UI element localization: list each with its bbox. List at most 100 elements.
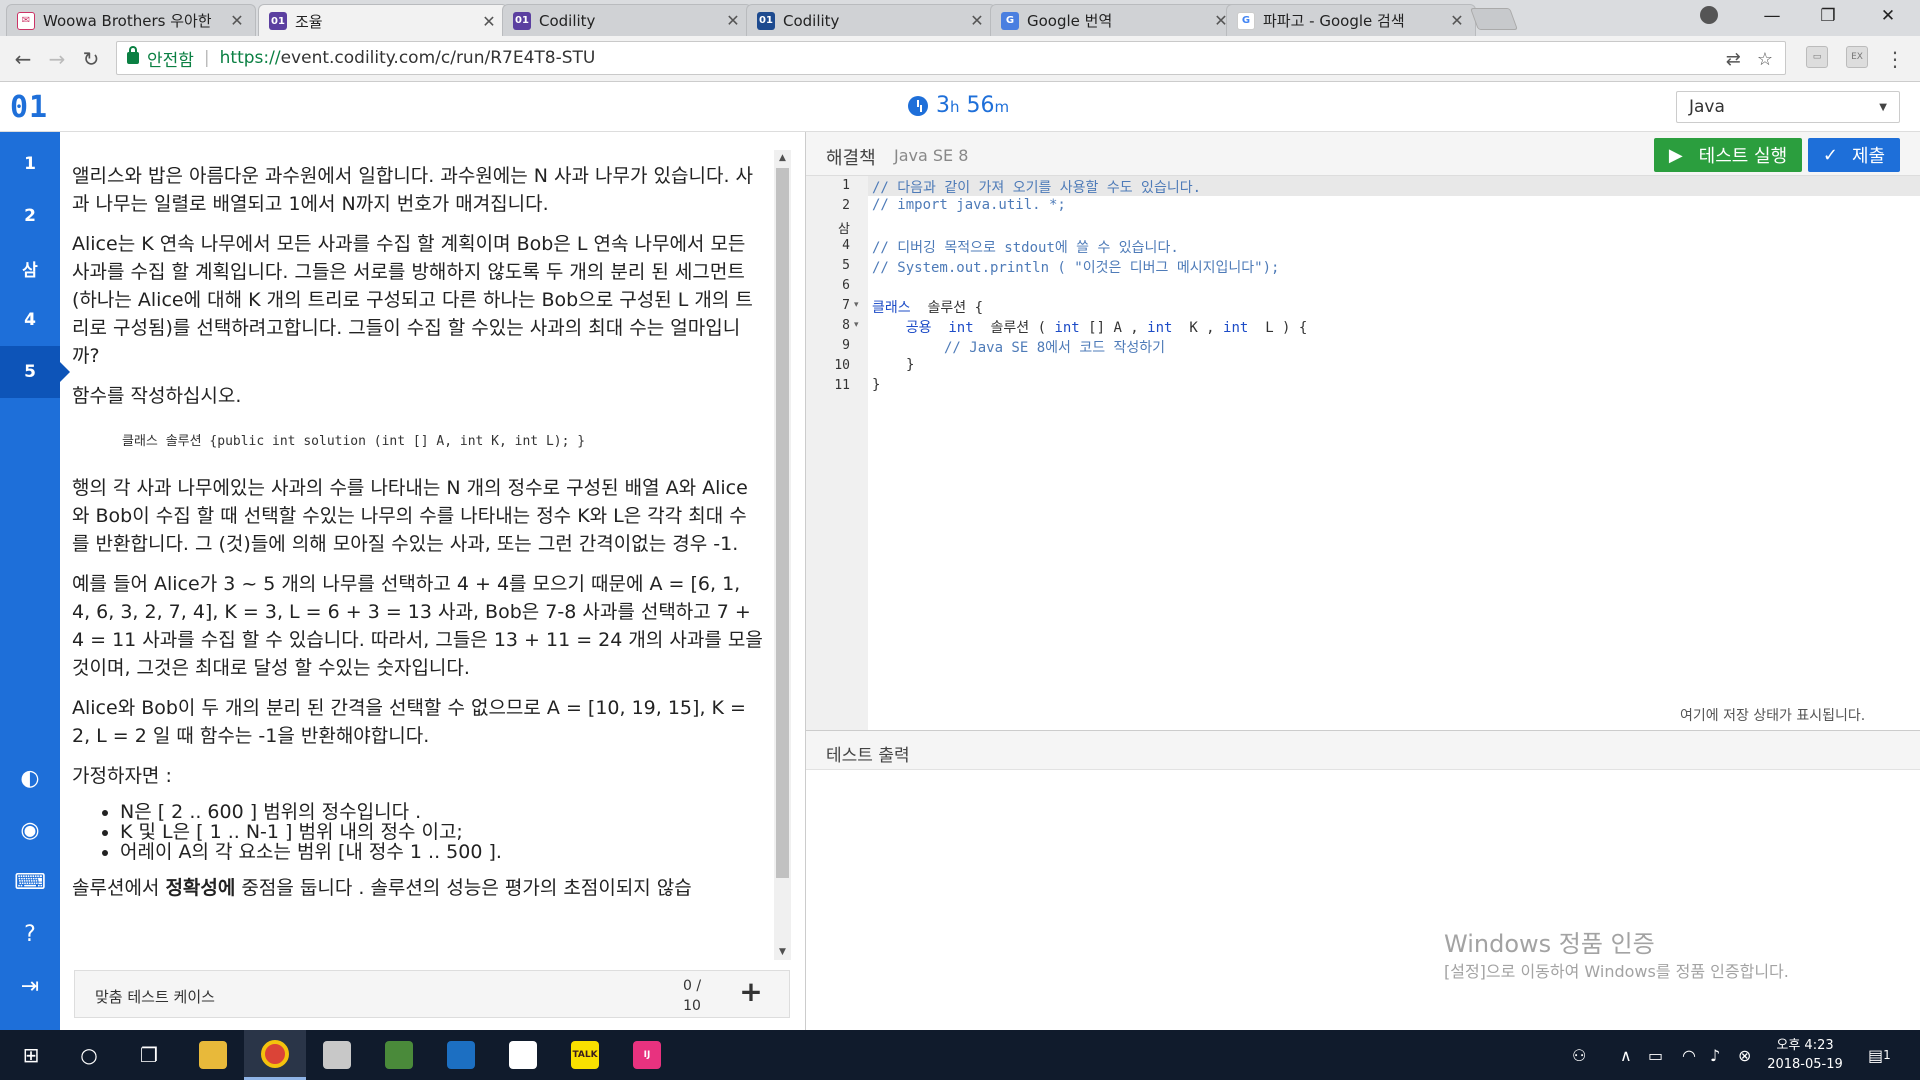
notification-icon[interactable]: ▤ 1 [1868, 1030, 1891, 1080]
people-icon[interactable]: ⚇ [1572, 1030, 1586, 1080]
restore-icon[interactable]: ❐ [1800, 0, 1856, 32]
timer-minutes: 56 [966, 93, 995, 118]
line-number: 11 [834, 378, 850, 393]
back-icon[interactable]: ← [8, 44, 38, 74]
tab-title: 파파고 - Google 검색 [1263, 12, 1405, 30]
browser-tab[interactable]: ✉ Woowa Brothers 우아한 ✕ [6, 4, 256, 36]
browser-tab[interactable]: 01 Codility ✕ [502, 4, 752, 36]
line-number: 7 [842, 298, 850, 313]
secure-label: 안전함 [147, 50, 194, 71]
intellij-icon[interactable]: IJ [616, 1030, 678, 1080]
windows-start-icon[interactable]: ⊞ [0, 1030, 62, 1080]
close-icon[interactable]: ✕ [969, 11, 985, 30]
menu-icon[interactable]: ⋮ [1880, 44, 1910, 74]
eye-icon[interactable]: ◉ [0, 810, 60, 850]
language-value: Java [1689, 97, 1725, 117]
line-number: 6 [842, 278, 850, 293]
forward-icon[interactable]: → [42, 44, 72, 74]
submit-button[interactable]: ✓ 제출 [1808, 138, 1900, 172]
close-icon[interactable]: ✕ [1449, 11, 1465, 30]
task-paragraph: 솔루션에서 정확성에 중점을 둡니다 . 솔루션의 성능은 평가의 초점이되지 … [72, 877, 692, 899]
task-view-icon[interactable]: ❐ [118, 1030, 180, 1080]
close-icon[interactable]: ✕ [481, 12, 497, 31]
line-number: 4 [842, 238, 850, 253]
run-tests-button[interactable]: ▶ 테스트 실행 [1654, 138, 1802, 172]
search-icon[interactable]: ○ [58, 1030, 120, 1080]
vscode-icon[interactable] [430, 1030, 492, 1080]
fold-arrow-icon[interactable]: ▾ [854, 300, 859, 310]
url-scheme: https:// [219, 48, 281, 68]
test-output-title: 테스트 출력 [826, 746, 910, 766]
windows-taskbar: ⊞ ○ ❐ TALK IJ ⚇ ∧ ▭ ◠ ♪ ⊗ 오후 4:23 2018-0… [0, 1030, 1920, 1080]
timer: 3h 56m [908, 93, 1009, 118]
task-nav-item[interactable]: 4 [0, 294, 60, 346]
language-select[interactable]: Java ▼ [1676, 91, 1900, 123]
close-icon[interactable]: ✕ [725, 11, 741, 30]
task-nav: 1 2 삼 4 5 ◐ ◉ ⌨ ? ⇥ [0, 132, 70, 1030]
reload-icon[interactable]: ↻ [76, 44, 106, 74]
code-line: // 디버깅 목적으로 stdout에 쓸 수 있습니다. [872, 240, 1179, 256]
chrome-icon[interactable] [244, 1030, 306, 1080]
custom-test-count: 0 / 10 [683, 978, 702, 1014]
function-signature: 클래스 솔루션 {public int solution (int [] A, … [122, 434, 586, 449]
lock-icon [127, 46, 139, 64]
task-nav-item[interactable]: 1 [0, 138, 60, 190]
task-paragraph: 예를 들어 Alice가 3 ~ 5 개의 나무를 선택하고 4 + 4를 모으… [72, 573, 763, 679]
code-line: // Java SE 8에서 코드 작성하기 [944, 340, 1166, 356]
minimize-icon[interactable]: — [1744, 0, 1800, 32]
task-paragraph: Alice와 Bob이 두 개의 분리 된 간격을 선택할 수 없으므로 A =… [72, 697, 746, 747]
tab-title: 조율 [295, 12, 323, 31]
task-nav-item-active[interactable]: 5 [0, 346, 70, 398]
translate-page-icon[interactable]: ⇄ [1726, 49, 1741, 70]
codility-icon: 01 [269, 12, 287, 30]
add-test-case-button[interactable]: + [736, 975, 766, 1008]
tray-chevron-icon[interactable]: ∧ [1620, 1030, 1632, 1080]
scroll-down-icon[interactable]: ▼ [774, 944, 791, 960]
list-item: K 및 L은 [ 1 .. N-1 ] 범위 내의 정수 이고; [120, 822, 764, 842]
wifi-icon[interactable]: ◠ [1682, 1030, 1696, 1080]
task-scrollbar[interactable]: ▲ ▼ [774, 150, 791, 960]
app-icon[interactable] [306, 1030, 368, 1080]
browser-toolbar: ← → ↻ 안전함 | https://event.codility.com/c… [0, 36, 1920, 82]
kakaotalk-icon[interactable]: TALK [554, 1030, 616, 1080]
solution-title: 해결책 [826, 148, 876, 169]
fold-arrow-icon[interactable]: ▾ [854, 320, 859, 330]
browser-tab[interactable]: G Google 번역 ✕ [990, 4, 1240, 36]
browser-tab[interactable]: 01 Codility ✕ [746, 4, 996, 36]
exit-icon[interactable]: ⇥ [0, 966, 60, 1006]
scroll-thumb[interactable] [776, 168, 789, 878]
task-nav-item[interactable]: 삼 [0, 242, 60, 294]
solution-language: Java SE 8 [894, 146, 969, 165]
scroll-up-icon[interactable]: ▲ [774, 150, 791, 166]
test-output-panel [806, 770, 1920, 1030]
tab-title: Google 번역 [1027, 12, 1113, 30]
battery-icon[interactable]: ▭ [1648, 1030, 1663, 1080]
system-clock[interactable]: 오후 4:23 2018-05-19 [1760, 1036, 1850, 1074]
notepad-icon[interactable] [368, 1030, 430, 1080]
browser-tab[interactable]: 01 조율 ✕ [258, 4, 508, 37]
task-paragraph: 행의 각 사과 나무에있는 사과의 수를 나타내는 N 개의 정수로 구성된 배… [72, 477, 748, 555]
translate-icon: G [1001, 11, 1019, 30]
sticky-notes-icon[interactable] [492, 1030, 554, 1080]
profile-icon[interactable] [1700, 6, 1718, 24]
file-explorer-icon[interactable] [182, 1030, 244, 1080]
help-icon[interactable]: ? [0, 914, 60, 954]
new-tab-button[interactable] [1469, 8, 1519, 30]
keyboard-icon[interactable]: ⌨ [0, 862, 60, 902]
code-line: // System.out.println ( "이것은 디버그 메시지입니다"… [872, 260, 1280, 276]
line-number: 삼 [838, 222, 850, 237]
address-bar[interactable]: 안전함 | https://event.codility.com/c/run/R… [116, 41, 1786, 75]
window-close-icon[interactable]: ✕ [1860, 0, 1916, 32]
line-number: 1 [842, 178, 850, 193]
task-description: 앨리스와 밥은 아름다운 과수원에서 일합니다. 과수원에는 N 사과 나무가 … [60, 132, 774, 1012]
custom-test-cases[interactable]: 맞춤 테스트 케이스 0 / 10 [74, 970, 790, 1018]
ime-icon[interactable]: ⊗ [1738, 1030, 1751, 1080]
extension-icon[interactable]: EX [1846, 46, 1868, 68]
bookmark-star-icon[interactable]: ☆ [1757, 49, 1773, 70]
close-icon[interactable]: ✕ [229, 11, 245, 30]
extension-icon[interactable]: ▭ [1806, 46, 1828, 68]
browser-tab[interactable]: G 파파고 - Google 검색 ✕ [1226, 4, 1476, 36]
volume-icon[interactable]: ♪ [1710, 1030, 1720, 1080]
brightness-icon[interactable]: ◐ [0, 758, 60, 798]
task-nav-item[interactable]: 2 [0, 190, 60, 242]
